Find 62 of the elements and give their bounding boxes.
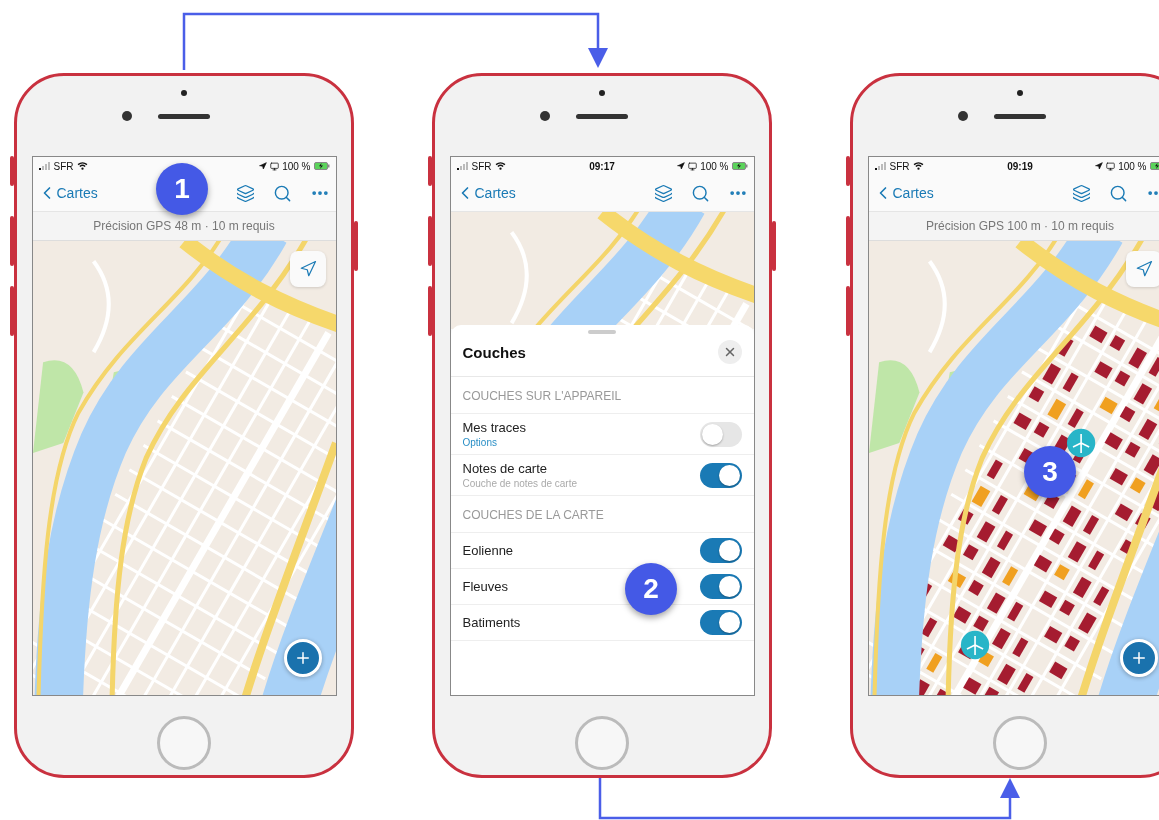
signal-icon	[874, 162, 887, 170]
layer-toggle[interactable]	[699, 462, 742, 488]
wifi-icon	[912, 162, 924, 170]
layers-icon[interactable]	[1071, 183, 1091, 203]
layer-name: Notes de carte	[462, 461, 548, 476]
speaker-grille	[576, 113, 628, 119]
sheet-title: Couches	[462, 343, 526, 361]
wifi-icon	[494, 162, 506, 170]
layer-name: Eolienne	[462, 543, 514, 558]
sensor-dot	[1017, 90, 1023, 96]
camera-lens	[122, 111, 132, 121]
navigation-arrow-icon	[1134, 260, 1153, 278]
location-icon	[677, 162, 686, 170]
sensor-dot	[599, 90, 605, 96]
location-icon	[1095, 162, 1104, 170]
signal-icon	[456, 162, 469, 170]
speaker-grille	[994, 113, 1046, 119]
layer-toggle[interactable]	[699, 421, 742, 447]
layers-icon[interactable]	[235, 183, 255, 203]
battery-level: 100 %	[1118, 160, 1147, 172]
locate-button[interactable]	[1125, 251, 1159, 287]
battery-icon	[313, 162, 330, 170]
section-header: COUCHES DE LA CARTE	[450, 496, 754, 533]
layer-name: Mes traces	[462, 420, 527, 435]
sensor-dot	[181, 90, 187, 96]
layer-toggle[interactable]	[699, 574, 742, 599]
status-time: 09:17	[589, 160, 615, 172]
layer-name: Batiments	[462, 615, 521, 630]
screen-icon	[270, 161, 280, 171]
carrier-name: SFR	[53, 160, 74, 172]
back-button[interactable]: Cartes	[872, 183, 1054, 203]
camera-lens	[540, 111, 550, 121]
section-header: COUCHES SUR L'APPAREIL	[450, 377, 754, 414]
gps-accuracy-banner: Précision GPS 100 m · 10 m requis	[868, 212, 1159, 241]
speaker-grille	[158, 113, 210, 119]
battery-level: 100 %	[282, 160, 311, 172]
back-button[interactable]: Cartes	[454, 183, 636, 203]
layer-name: Fleuves	[462, 579, 509, 594]
gps-accuracy-banner: Précision GPS 48 m · 10 m requis	[32, 212, 336, 241]
signal-icon	[38, 162, 51, 170]
search-icon[interactable]	[1108, 183, 1128, 203]
battery-icon	[731, 162, 748, 170]
layer-description: Couche de notes de carte	[462, 478, 578, 489]
close-button[interactable]	[717, 340, 742, 364]
layers-icon[interactable]	[653, 183, 673, 203]
camera-lens	[958, 111, 968, 121]
layer-toggle[interactable]	[699, 538, 742, 563]
search-icon[interactable]	[272, 183, 292, 203]
sheet-handle[interactable]	[588, 330, 616, 334]
screen-icon	[1106, 161, 1116, 171]
status-time: 09:19	[1007, 160, 1033, 172]
location-icon	[259, 162, 268, 170]
locate-button[interactable]	[289, 251, 326, 287]
options-link[interactable]: Options	[462, 437, 497, 448]
navigation-arrow-icon	[298, 260, 317, 278]
carrier-name: SFR	[889, 160, 910, 172]
carrier-name: SFR	[471, 160, 492, 172]
battery-level: 100 %	[700, 160, 729, 172]
screen-icon	[688, 161, 698, 171]
wifi-icon	[76, 162, 88, 170]
layer-toggle[interactable]	[699, 610, 742, 635]
search-icon[interactable]	[690, 183, 710, 203]
